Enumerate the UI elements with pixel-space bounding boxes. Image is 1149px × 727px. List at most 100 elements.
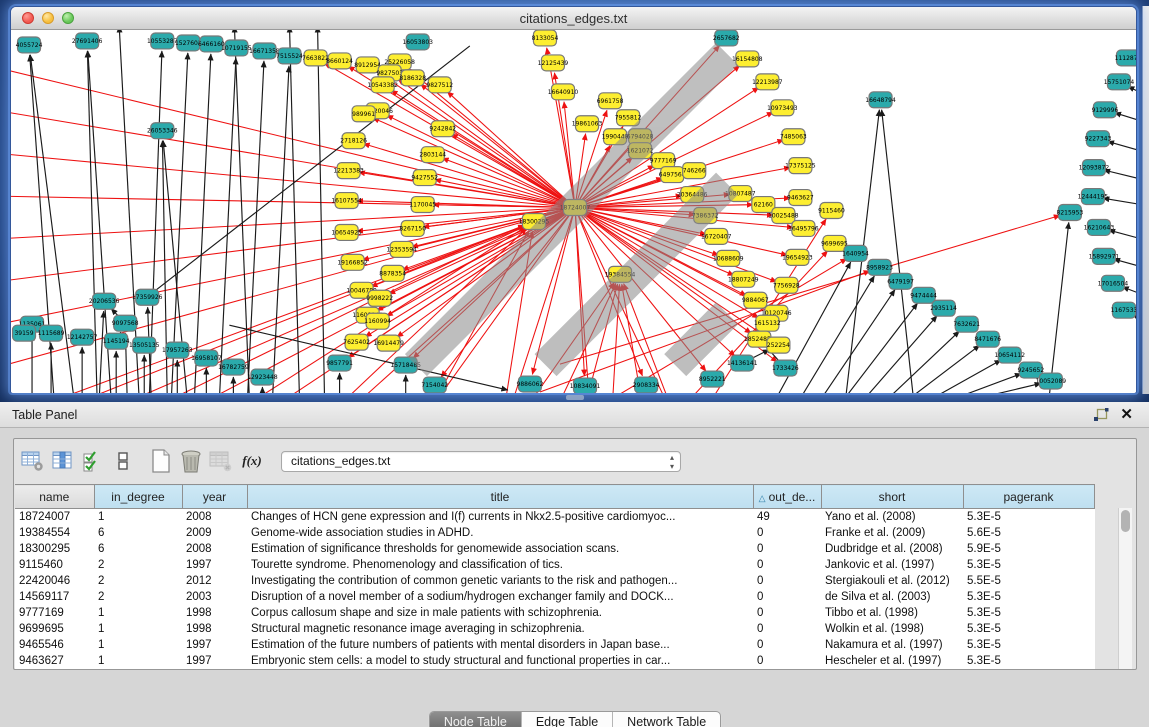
tab-edge-table[interactable]: Edge Table (522, 712, 613, 727)
table-panel: Table Panel ✕ (0, 402, 1149, 727)
table-cell: Estimation of the future numbers of pati… (247, 637, 753, 653)
network-window: citations_edges.txt 40557242769140610553… (10, 6, 1137, 393)
sort-ascending-icon: △ (759, 493, 766, 503)
table-cell: Stergiakouli et al. (2012) (821, 573, 963, 589)
column-header-name[interactable]: name (15, 485, 94, 509)
column-header-in-degree[interactable]: in_degree (94, 485, 182, 509)
table-cell: 0 (753, 573, 821, 589)
table-row[interactable]: 977716911998Corpus callosum shape and si… (15, 605, 1094, 621)
table-cell: Structural magnetic resonance image aver… (247, 621, 753, 637)
table-cell: 5.3E-5 (963, 557, 1094, 573)
table-row[interactable]: 911546021997Tourette syndrome. Phenomeno… (15, 557, 1094, 573)
table-cell: 2 (94, 589, 182, 605)
table-cell: 2 (94, 573, 182, 589)
table-cell: 9465546 (15, 637, 94, 653)
table-cell: 5.3E-5 (963, 653, 1094, 669)
minimize-window-button[interactable] (42, 12, 54, 24)
float-panel-icon[interactable] (1093, 408, 1109, 427)
table-row[interactable]: 1830029562008Estimation of significance … (15, 541, 1094, 557)
table-panel-body: f(x) citations_edges.txt ▴▾ namein_degre… (13, 438, 1137, 670)
network-window-titlebar[interactable]: citations_edges.txt (11, 7, 1136, 30)
table-cell: 5.5E-5 (963, 573, 1094, 589)
table-cell: 0 (753, 557, 821, 573)
table-panel-header: Table Panel ✕ (0, 402, 1149, 428)
table-cell: 6 (94, 541, 182, 557)
table-scrollbar-thumb[interactable] (1121, 510, 1130, 532)
select-all-icon[interactable] (79, 448, 106, 475)
table-cell: 5.3E-5 (963, 637, 1094, 653)
table-selector-dropdown[interactable]: citations_edges.txt ▴▾ (281, 451, 681, 472)
table-cell: 9115460 (15, 557, 94, 573)
table-cell: Genome-wide association studies in ADHD. (247, 525, 753, 541)
table-cell: 18300295 (15, 541, 94, 557)
delete-icon[interactable] (177, 448, 204, 475)
table-cell: 0 (753, 637, 821, 653)
show-columns-icon[interactable] (49, 448, 76, 475)
close-panel-icon[interactable]: ✕ (1120, 405, 1133, 423)
table-cell: 5.6E-5 (963, 525, 1094, 541)
table-cell: 0 (753, 589, 821, 605)
table-cell: 2008 (182, 509, 247, 525)
table-cell: 2008 (182, 541, 247, 557)
table-row[interactable]: 946362711997Embryonic stem cells: a mode… (15, 653, 1094, 669)
table-cell: Corpus callosum shape and size in male p… (247, 605, 753, 621)
table-cell: 1 (94, 509, 182, 525)
function-builder-icon[interactable]: f(x) (237, 453, 267, 469)
table-cell: 1 (94, 637, 182, 653)
table-cell: Tourette syndrome. Phenomenology and cla… (247, 557, 753, 573)
rows-icon[interactable] (109, 448, 136, 475)
tab-node-table[interactable]: Node Table (430, 712, 522, 727)
table-cell: 0 (753, 541, 821, 557)
table-cell: 6 (94, 525, 182, 541)
table-cell: 9463627 (15, 653, 94, 669)
table-cell: 2003 (182, 589, 247, 605)
resize-grip-icon[interactable] (11, 30, 1134, 391)
table-row[interactable]: 2242004622012Investigating the contribut… (15, 573, 1094, 589)
table-cell: 1 (94, 653, 182, 669)
table-cell: Yano et al. (2008) (821, 509, 963, 525)
column-header-year[interactable]: year (182, 485, 247, 509)
network-canvas[interactable]: 4055724276914061055328715276026466160107… (11, 30, 1136, 393)
table-cell: 14569117 (15, 589, 94, 605)
column-header-pagerank[interactable]: pagerank (963, 485, 1094, 509)
table-row[interactable]: 1872400712008Changes of HCN gene express… (15, 509, 1094, 525)
zoom-window-button[interactable] (62, 12, 74, 24)
new-document-icon[interactable] (147, 448, 174, 475)
table-cell: 9777169 (15, 605, 94, 621)
table-cell: Wolkin et al. (1998) (821, 621, 963, 637)
table-cell: Disruption of a novel member of a sodium… (247, 589, 753, 605)
table-selector-value: citations_edges.txt (291, 454, 390, 468)
table-cell: 1997 (182, 557, 247, 573)
table-row[interactable]: 1938455462009Genome-wide association stu… (15, 525, 1094, 541)
table-cell: 5.3E-5 (963, 605, 1094, 621)
attribute-table: namein_degreeyeartitle△out_de...shortpag… (15, 484, 1095, 669)
column-header-out-de-[interactable]: △out_de... (753, 485, 821, 509)
table-cell: 22420046 (15, 573, 94, 589)
column-header-title[interactable]: title (247, 485, 753, 509)
table-cell: 1997 (182, 637, 247, 653)
table-cell: 5.3E-5 (963, 509, 1094, 525)
table-cell: 5.3E-5 (963, 589, 1094, 605)
table-row[interactable]: 1456911722003Disruption of a novel membe… (15, 589, 1094, 605)
table-cell: 5.3E-5 (963, 621, 1094, 637)
split-divider-handle[interactable] (566, 395, 584, 400)
table-cell: 1998 (182, 621, 247, 637)
table-cell: de Silva et al. (2003) (821, 589, 963, 605)
table-cell: 0 (753, 653, 821, 669)
tab-network-table[interactable]: Network Table (613, 712, 720, 727)
table-row[interactable]: 969969511998Structural magnetic resonanc… (15, 621, 1094, 637)
delete-table-icon[interactable] (207, 448, 234, 475)
close-window-button[interactable] (22, 12, 34, 24)
column-header-short[interactable]: short (821, 485, 963, 509)
table-cell: 9699695 (15, 621, 94, 637)
table-cell: Jankovic et al. (1997) (821, 557, 963, 573)
table-settings-icon[interactable] (19, 448, 46, 475)
table-scrollbar[interactable] (1118, 508, 1132, 669)
background-window-edge[interactable] (1142, 6, 1149, 394)
table-cell: 2009 (182, 525, 247, 541)
table-cell: 1997 (182, 653, 247, 669)
table-row[interactable]: 946554611997Estimation of the future num… (15, 637, 1094, 653)
table-cell: Tibbo et al. (1998) (821, 605, 963, 621)
table-cell: 19384554 (15, 525, 94, 541)
table-cell: Nakamura et al. (1997) (821, 637, 963, 653)
